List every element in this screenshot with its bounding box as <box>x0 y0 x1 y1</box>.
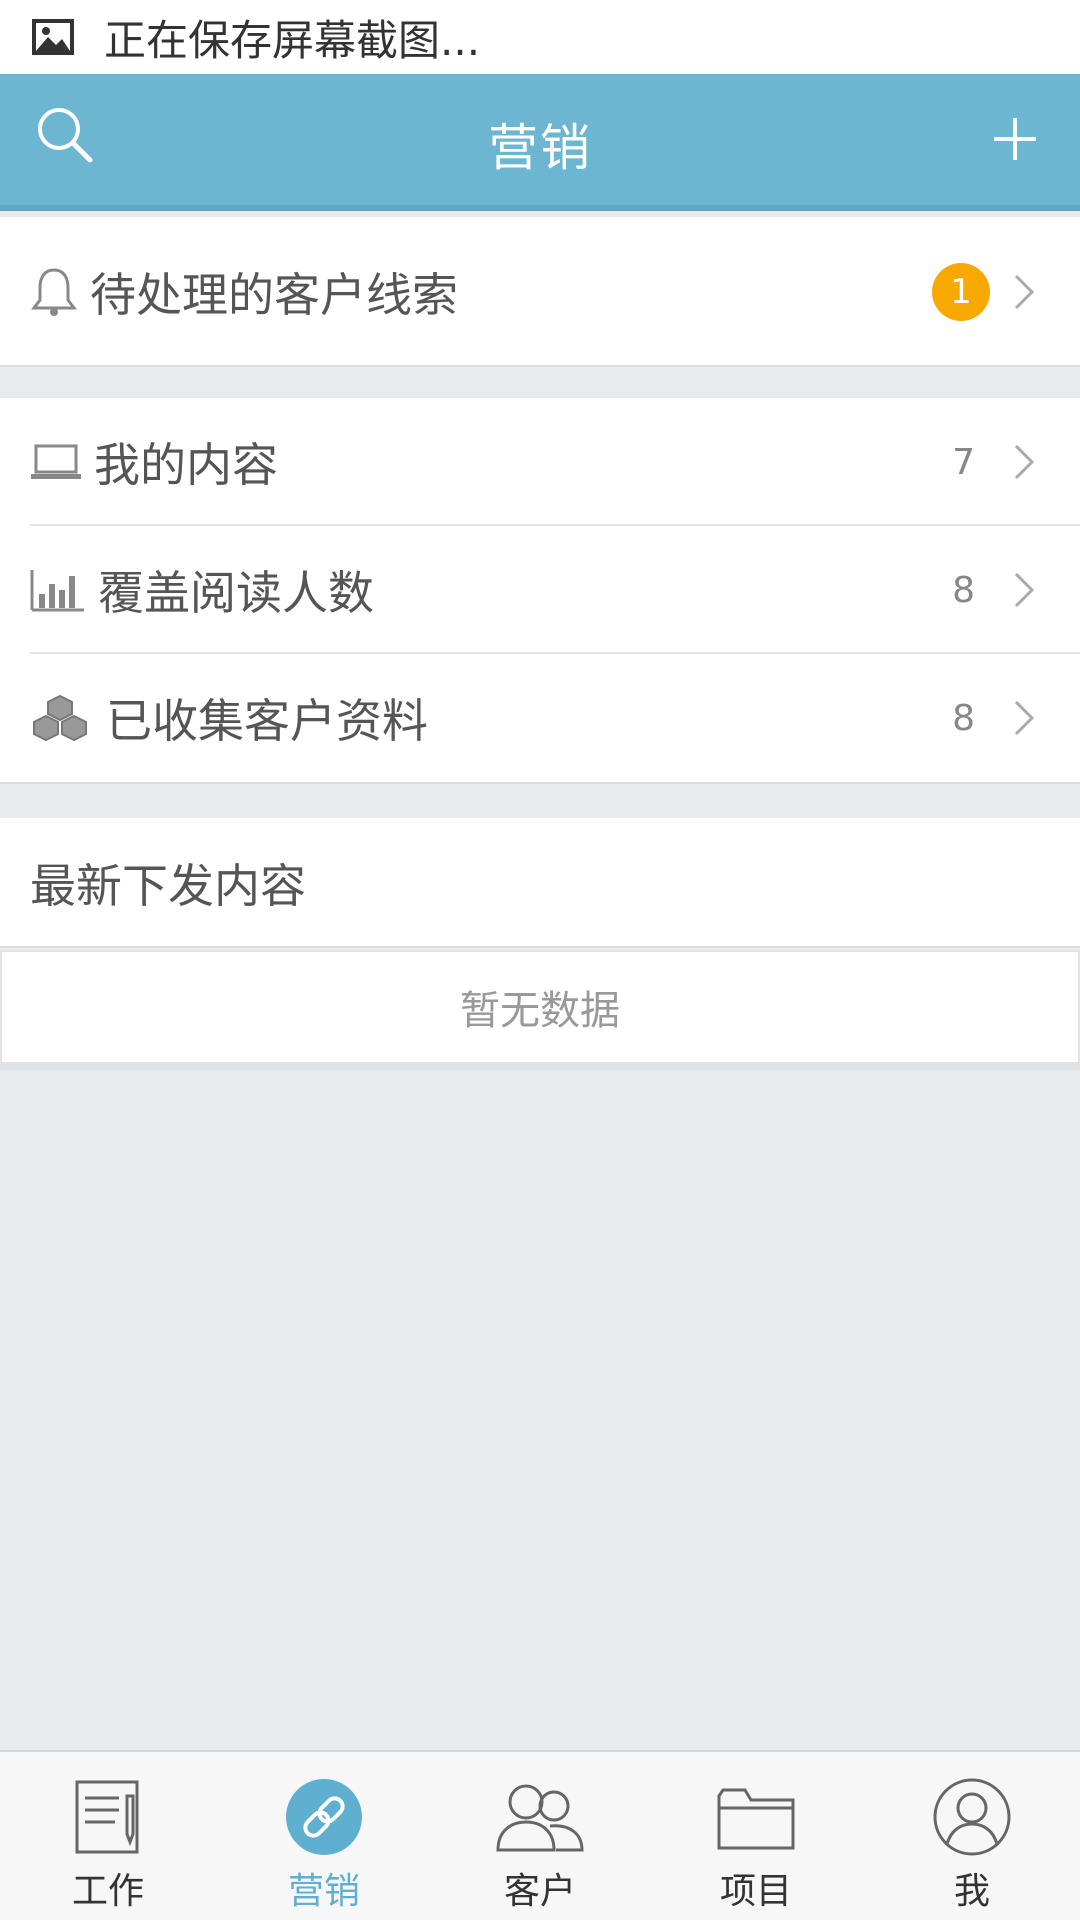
bell-icon <box>31 268 77 316</box>
status-text: 正在保存屏幕截图... <box>104 15 481 65</box>
link-icon <box>286 1779 362 1855</box>
tab-label: 客户 <box>503 1871 576 1912</box>
chevron-right-icon <box>1014 700 1035 736</box>
empty-text: 暂无数据 <box>460 988 620 1034</box>
page-title: 营销 <box>488 119 592 177</box>
stat-row-content[interactable]: 我的内容 7 <box>0 398 1080 526</box>
stat-row-collected[interactable]: 已收集客户资料 8 <box>0 654 1080 782</box>
header-bar: 营销 <box>0 74 1080 211</box>
document-icon <box>75 1780 139 1854</box>
status-bar: 正在保存屏幕截图... <box>0 0 1080 74</box>
section-title: 最新下发内容 <box>30 859 306 913</box>
plus-icon[interactable] <box>990 114 1040 164</box>
leads-badge: 1 <box>932 263 990 321</box>
chevron-right-icon <box>1014 274 1035 310</box>
tab-customers[interactable]: 客户 <box>432 1752 648 1920</box>
tab-label: 营销 <box>287 1871 360 1912</box>
stat-count: 8 <box>952 697 975 739</box>
stat-label: 已收集客户资料 <box>106 694 428 748</box>
stat-count: 7 <box>952 441 975 483</box>
latest-section-header: 最新下发内容 <box>0 818 1080 948</box>
chevron-right-icon <box>1014 444 1035 480</box>
folder-icon <box>717 1788 795 1850</box>
image-icon <box>32 19 74 55</box>
leads-label: 待处理的客户线索 <box>90 268 458 322</box>
laptop-icon <box>31 444 81 479</box>
empty-state: 暂无数据 <box>0 950 1080 1070</box>
tab-marketing[interactable]: 营销 <box>216 1752 432 1920</box>
tab-me[interactable]: 我 <box>864 1752 1080 1920</box>
leads-row[interactable]: 待处理的客户线索 1 <box>0 217 1080 367</box>
tab-work[interactable]: 工作 <box>0 1752 216 1920</box>
stat-label: 覆盖阅读人数 <box>98 566 374 620</box>
stat-row-readers[interactable]: 覆盖阅读人数 8 <box>0 526 1080 654</box>
stats-section: 我的内容 7 覆盖阅读人数 8 已收集客户资料 8 <box>0 398 1080 784</box>
tab-label: 我 <box>953 1871 990 1912</box>
tab-bar: 工作 营销 客户 项目 我 <box>0 1750 1080 1920</box>
cubes-icon <box>33 694 87 742</box>
tab-label: 工作 <box>71 1871 144 1912</box>
users-icon <box>496 1784 584 1852</box>
stat-label: 我的内容 <box>94 438 278 492</box>
tab-projects[interactable]: 项目 <box>648 1752 864 1920</box>
user-icon <box>933 1778 1011 1856</box>
chevron-right-icon <box>1014 572 1035 608</box>
bar-chart-icon <box>30 570 84 612</box>
leads-section: 待处理的客户线索 1 <box>0 217 1080 367</box>
stat-count: 8 <box>952 569 975 611</box>
tab-label: 项目 <box>719 1871 792 1912</box>
